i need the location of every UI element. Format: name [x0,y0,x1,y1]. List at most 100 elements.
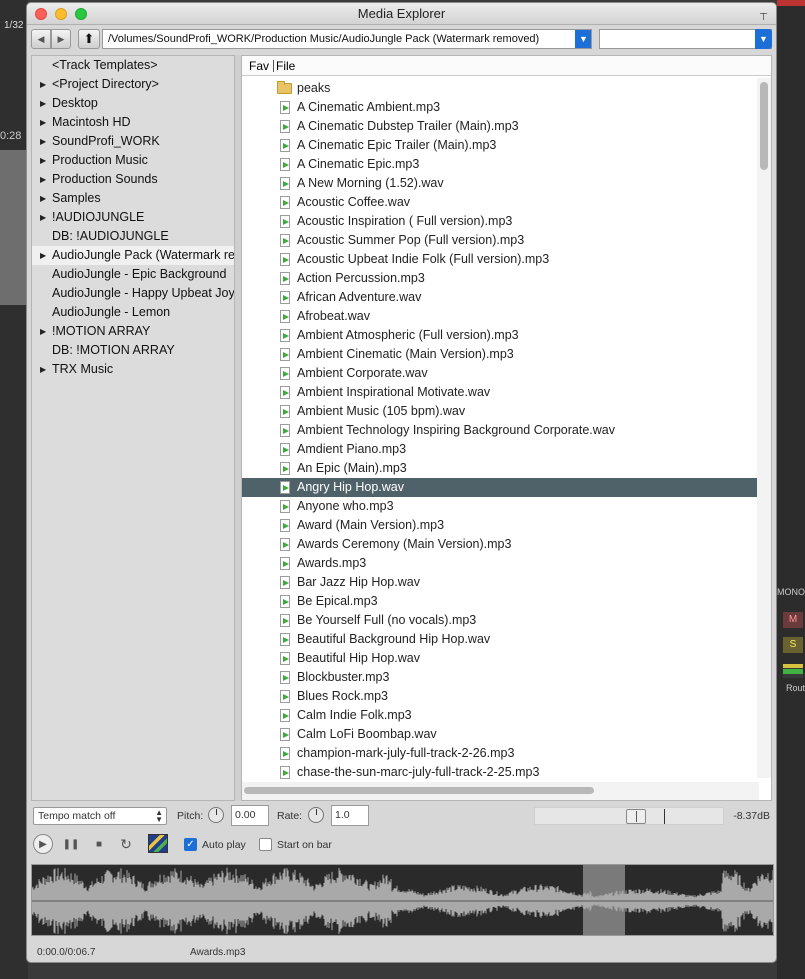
vertical-scrollbar[interactable] [757,78,771,778]
file-row[interactable]: Calm Indie Folk.mp3 [242,706,759,725]
file-row[interactable]: African Adventure.wav [242,288,759,307]
file-row[interactable]: Acoustic Upbeat Indie Folk (Full version… [242,250,759,269]
file-row[interactable]: A Cinematic Ambient.mp3 [242,98,759,117]
sidebar-item[interactable]: ▶ Macintosh HD [32,113,234,132]
chevron-down-icon[interactable]: ▼ [755,29,772,49]
disclosure-triangle-icon[interactable]: ▶ [40,132,46,151]
pin-icon[interactable]: ⊤ [759,7,768,29]
minimize-window-button[interactable] [55,8,67,20]
file-row[interactable]: A New Morning (1.52).wav [242,174,759,193]
sidebar-item[interactable]: DB: !MOTION ARRAY [32,341,234,360]
file-row[interactable]: Blues Rock.mp3 [242,687,759,706]
file-row[interactable]: Ambient Music (105 bpm).wav [242,402,759,421]
file-row[interactable]: Awards.mp3 [242,554,759,573]
sidebar-item[interactable]: AudioJungle - Epic Background [32,265,234,284]
file-row[interactable]: Be Epical.mp3 [242,592,759,611]
disclosure-triangle-icon[interactable]: ▶ [40,94,46,113]
sidebar-item[interactable]: <Track Templates> [32,56,234,75]
sidebar-item[interactable]: DB: !AUDIOJUNGLE [32,227,234,246]
sidebar-item[interactable]: AudioJungle - Lemon [32,303,234,322]
sidebar-item[interactable]: ▶ !MOTION ARRAY [32,322,234,341]
file-row[interactable]: Action Percussion.mp3 [242,269,759,288]
sidebar-item[interactable]: ▶ Samples [32,189,234,208]
sidebar-item[interactable]: ▶ <Project Directory> [32,75,234,94]
chevron-down-icon[interactable]: ▼ [575,30,591,48]
zoom-window-button[interactable] [75,8,87,20]
column-header-fav[interactable]: Fav [249,56,269,76]
disclosure-triangle-icon[interactable]: ▶ [40,113,46,132]
sidebar-item[interactable]: ▶ TRX Music [32,360,234,379]
forward-button[interactable]: ▶ [51,29,71,49]
file-row[interactable]: peaks [242,79,759,98]
pause-button[interactable]: ❚❚ [61,834,81,854]
disclosure-triangle-icon[interactable]: ▶ [40,75,46,94]
file-row[interactable]: champion-mark-july-full-track-2-26.mp3 [242,744,759,763]
options-icon[interactable] [148,834,168,853]
rate-knob[interactable] [308,807,324,823]
play-button[interactable]: ▶ [33,834,53,854]
scrollbar-thumb[interactable] [244,787,594,794]
rate-input[interactable]: 1.0 [331,805,369,826]
autoplay-checkbox[interactable]: ✓ [184,838,197,851]
sidebar-item[interactable]: ▶ Desktop [32,94,234,113]
file-row[interactable]: Anyone who.mp3 [242,497,759,516]
scrollbar-thumb[interactable] [760,82,768,170]
disclosure-triangle-icon[interactable]: ▶ [40,208,46,227]
disclosure-triangle-icon[interactable]: ▶ [40,322,46,341]
file-row[interactable]: Award (Main Version).mp3 [242,516,759,535]
file-row[interactable]: A Cinematic Epic.mp3 [242,155,759,174]
file-row[interactable]: Ambient Corporate.wav [242,364,759,383]
sidebar-item[interactable]: ▶ Production Sounds [32,170,234,189]
pitch-knob[interactable] [208,807,224,823]
back-button[interactable]: ◀ [31,29,51,49]
sidebar-item[interactable]: ▶ Production Music [32,151,234,170]
file-row[interactable]: Beautiful Background Hip Hop.wav [242,630,759,649]
disclosure-triangle-icon[interactable]: ▶ [40,189,46,208]
file-row[interactable]: Ambient Cinematic (Main Version).mp3 [242,345,759,364]
file-row[interactable]: A Cinematic Epic Trailer (Main).mp3 [242,136,759,155]
file-row[interactable]: Ambient Atmospheric (Full version).mp3 [242,326,759,345]
file-row[interactable]: Bar Jazz Hip Hop.wav [242,573,759,592]
sidebar-item[interactable]: ▶ !AUDIOJUNGLE [32,208,234,227]
file-row[interactable]: Ambient Inspirational Motivate.wav [242,383,759,402]
file-row[interactable]: Afrobeat.wav [242,307,759,326]
file-row[interactable]: Awards Ceremony (Main Version).mp3 [242,535,759,554]
sidebar-item[interactable]: ▶ AudioJungle Pack (Watermark removed) [32,246,234,265]
solo-button[interactable]: S [783,637,803,653]
start-on-bar-checkbox[interactable] [259,838,272,851]
file-row[interactable]: Acoustic Inspiration ( Full version).mp3 [242,212,759,231]
sidebar-item[interactable]: ▶ SoundProfi_WORK [32,132,234,151]
tempo-match-select[interactable]: Tempo match off ▲ ▼ [33,807,167,825]
pitch-input[interactable]: 0.00 [231,805,269,826]
waveform-display[interactable] [31,864,774,936]
file-row[interactable]: Calm LoFi Boombap.wav [242,725,759,744]
file-row[interactable]: An Epic (Main).mp3 [242,459,759,478]
path-combobox[interactable]: /Volumes/SoundProfi_WORK/Production Musi… [102,29,592,49]
file-row[interactable]: chase-the-sun-marc-july-full-track-2-25.… [242,763,759,782]
disclosure-triangle-icon[interactable]: ▶ [40,170,46,189]
file-row[interactable]: Blockbuster.mp3 [242,668,759,687]
mute-button[interactable]: M [783,612,803,628]
parent-folder-button[interactable]: ⬆ [78,29,100,49]
sidebar-item[interactable]: AudioJungle - Happy Upbeat Joy [32,284,234,303]
horizontal-scrollbar[interactable] [242,782,759,800]
disclosure-triangle-icon[interactable]: ▶ [40,151,46,170]
file-row[interactable]: Acoustic Summer Pop (Full version).mp3 [242,231,759,250]
disclosure-triangle-icon[interactable]: ▶ [40,246,46,265]
search-combobox[interactable]: ▼ [599,29,772,49]
column-header-file[interactable]: File [276,56,295,76]
stop-button[interactable]: ■ [89,834,109,854]
file-row[interactable]: A Cinematic Dubstep Trailer (Main).mp3 [242,117,759,136]
volume-slider-handle[interactable] [626,809,646,824]
file-row[interactable]: Be Yourself Full (no vocals).mp3 [242,611,759,630]
disclosure-triangle-icon[interactable]: ▶ [40,360,46,379]
volume-slider[interactable] [534,807,724,825]
loop-button[interactable]: ↻ [116,834,136,854]
column-divider[interactable] [273,60,274,72]
file-row[interactable]: Beautiful Hip Hop.wav [242,649,759,668]
file-row[interactable]: Ambient Technology Inspiring Background … [242,421,759,440]
file-row[interactable]: Angry Hip Hop.wav [242,478,759,497]
file-row[interactable]: Acoustic Coffee.wav [242,193,759,212]
file-row[interactable]: Amdient Piano.mp3 [242,440,759,459]
close-window-button[interactable] [35,8,47,20]
